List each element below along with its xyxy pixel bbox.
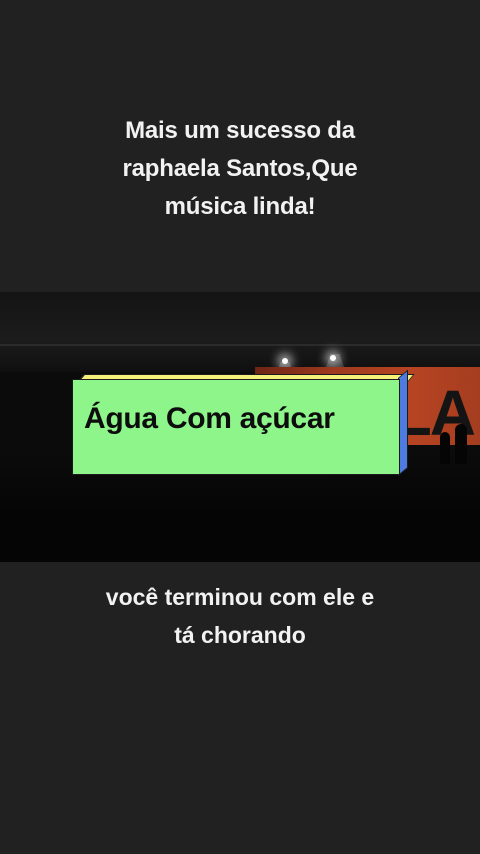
lighting-truss — [0, 344, 480, 346]
spotlight — [282, 358, 288, 364]
performer-silhouette — [455, 424, 467, 464]
song-title: Água Com açúcar — [84, 402, 335, 435]
performer-silhouette — [440, 432, 450, 464]
stage-ceiling — [0, 292, 480, 372]
top-caption-line-2: raphaela Santos,Que — [122, 155, 358, 182]
lyric-caption: você terminou com ele e tá chorando — [40, 578, 440, 654]
lyric-caption-line-1: você terminou com ele e — [105, 584, 375, 610]
top-caption-line-3: música linda! — [164, 193, 316, 220]
lyric-caption-line-2: tá chorando — [174, 622, 306, 648]
top-caption: Mais um sucesso da raphaela Santos,Que m… — [40, 112, 440, 226]
top-caption-line-1: Mais um sucesso da — [125, 117, 355, 144]
spotlight — [330, 355, 336, 361]
